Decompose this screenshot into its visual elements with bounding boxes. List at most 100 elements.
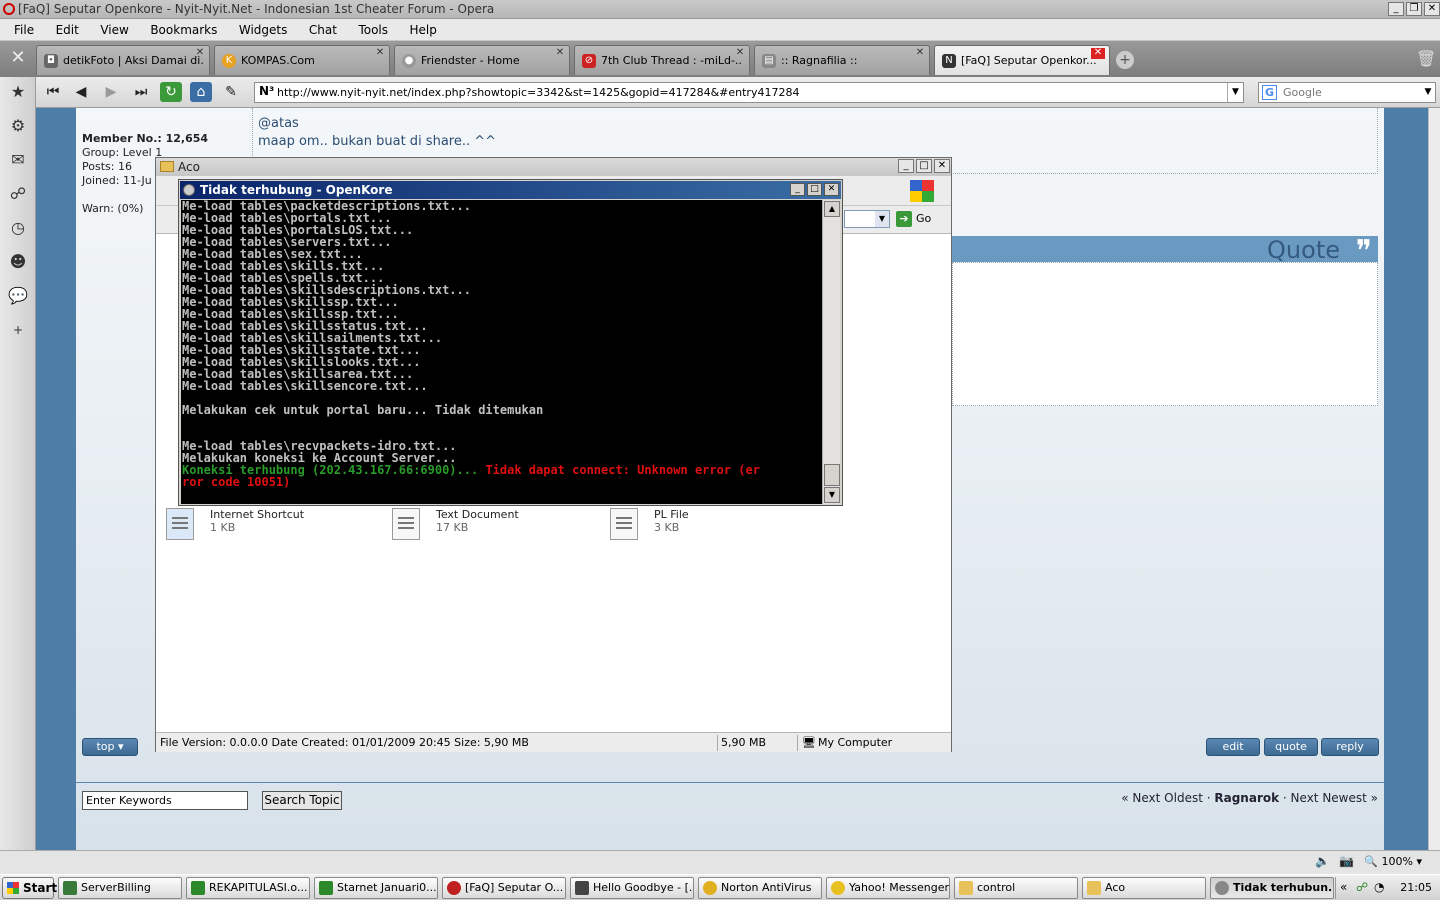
zoom-level[interactable]: 🔍 100% ▾ [1364, 855, 1422, 868]
fast-forward-icon[interactable]: ⏭ [130, 82, 152, 102]
contacts-icon[interactable]: ☻ [7, 251, 29, 273]
scroll-up-icon[interactable]: ▲ [824, 201, 840, 217]
reply-button[interactable]: reply [1321, 738, 1379, 756]
tab-faq-openkore[interactable]: N [FaQ] Seputar Openkor... ✕ [934, 45, 1110, 75]
close-tab-icon[interactable]: ✕ [735, 48, 745, 58]
top-button[interactable]: top ▾ [82, 738, 138, 756]
home-icon[interactable]: ⌂ [190, 82, 212, 102]
tab-friendster[interactable]: ● Friendster - Home ✕ [394, 45, 570, 75]
search-topic-button[interactable]: Search Topic [262, 791, 342, 810]
trash-icon[interactable]: 🗑 [1416, 49, 1436, 69]
close-tab-icon[interactable]: ✕ [915, 48, 925, 58]
menu-view[interactable]: View [96, 23, 132, 37]
menu-chat[interactable]: Chat [305, 23, 341, 37]
menu-bookmarks[interactable]: Bookmarks [146, 23, 221, 37]
taskbar-item-norton[interactable]: Norton AntiVirus [698, 877, 822, 899]
restore-button[interactable]: ❐ [1406, 2, 1422, 16]
go-arrow-icon: ➔ [896, 211, 912, 227]
go-button[interactable]: ➔ Go [896, 211, 931, 227]
explorer-minimize-button[interactable]: _ [898, 159, 914, 173]
taskbar-item-aco[interactable]: Aco [1082, 877, 1206, 899]
edit-button[interactable]: edit [1206, 738, 1260, 756]
scroll-down-icon[interactable]: ▼ [824, 487, 840, 503]
speaker-icon[interactable]: 🔈 [1315, 854, 1330, 868]
panel-toggle-icon[interactable]: ✕ [6, 47, 30, 71]
tab-ragnafilia[interactable]: ▤ :: Ragnafilia :: ✕ [754, 45, 930, 75]
chat-icon[interactable]: 💬 [7, 285, 29, 307]
search-field[interactable]: G Google ▼ [1258, 82, 1436, 103]
console-maximize-button[interactable]: □ [807, 183, 822, 196]
volume-icon[interactable]: ◔ [1374, 880, 1384, 894]
add-panel-icon[interactable]: + [7, 319, 29, 341]
taskbar-item-starnet[interactable]: Starnet Januari0... [314, 877, 438, 899]
console-close-button[interactable]: ✕ [824, 183, 839, 196]
next-oldest-link[interactable]: « Next Oldest [1121, 791, 1203, 805]
back-icon[interactable]: ◀ [70, 82, 92, 102]
console-minimize-button[interactable]: _ [790, 183, 805, 196]
console-scrollbar[interactable]: ▲ ▼ [822, 200, 840, 504]
close-tab-icon[interactable]: ✕ [375, 48, 385, 58]
chevron-down-icon[interactable]: ▼ [875, 211, 889, 227]
opera-logo-icon [3, 3, 15, 15]
tray-expand-icon[interactable]: « [1340, 880, 1347, 894]
page-scrollbar[interactable] [1428, 108, 1440, 850]
explorer-title-bar[interactable]: Aco _ □ ✕ [156, 158, 951, 176]
taskbar-item-rekapitulasi[interactable]: REKAPITULASI.o... [186, 877, 310, 899]
close-tab-icon[interactable]: ✕ [1091, 48, 1105, 59]
page-icon: ▤ [762, 54, 776, 68]
taskbar-item-opera[interactable]: [FaQ] Seputar O... [442, 877, 566, 899]
edit-icon[interactable]: ✎ [220, 82, 242, 102]
keywords-input[interactable]: Enter Keywords [82, 791, 248, 810]
menu-widgets[interactable]: Widgets [235, 23, 292, 37]
menu-file[interactable]: File [10, 23, 38, 37]
scroll-thumb[interactable] [824, 464, 840, 486]
console-title-bar[interactable]: Tidak terhubung - OpenKore _ □ ✕ [180, 181, 841, 199]
tab-detikfoto[interactable]: ◘ detikFoto | Aksi Damai di... ✕ [36, 45, 210, 75]
start-button[interactable]: Start [2, 877, 57, 899]
reload-icon[interactable]: ↻ [160, 82, 182, 102]
nav-sep: · [1279, 791, 1291, 805]
minimize-button[interactable]: _ [1388, 2, 1404, 16]
taskbar-item-yahoo[interactable]: Yahoo! Messenger [826, 877, 950, 899]
mail-icon[interactable]: ✉ [7, 149, 29, 171]
close-tab-icon[interactable]: ✕ [555, 48, 565, 58]
close-button[interactable]: ✕ [1424, 2, 1440, 16]
url-field[interactable]: N³ http://www.nyit-nyit.net/index.php?sh… [254, 82, 1244, 103]
taskbar-item-openkore[interactable]: Tidak terhubun... [1210, 877, 1334, 899]
task-label: Yahoo! Messenger [849, 881, 950, 894]
forward-icon[interactable]: ▶ [100, 82, 122, 102]
feeds-icon[interactable]: ☍ [7, 183, 29, 205]
taskbar-item-serverbilling[interactable]: ServerBilling [58, 877, 182, 899]
camera-icon[interactable]: 📷 [1339, 854, 1354, 868]
settings-gear-icon[interactable]: ⚙ [7, 115, 29, 137]
explorer-address-combo[interactable]: ▼ [844, 210, 890, 228]
bookmarks-star-icon[interactable]: ★ [7, 81, 29, 103]
console-title: Tidak terhubung - OpenKore [200, 183, 393, 197]
url-dropdown-icon[interactable]: ▼ [1227, 83, 1243, 102]
pl-file-icon [610, 508, 638, 540]
task-label: Hello Goodbye - [... [593, 881, 694, 894]
quote-button[interactable]: quote [1264, 738, 1318, 756]
member-warn[interactable]: Warn: (0%) [82, 202, 143, 215]
menu-help[interactable]: Help [406, 23, 441, 37]
taskbar-item-control[interactable]: control [954, 877, 1078, 899]
next-newest-link[interactable]: Next Newest » [1291, 791, 1378, 805]
search-dropdown-icon[interactable]: ▼ [1421, 83, 1435, 102]
excel-icon [319, 881, 333, 895]
rewind-icon[interactable]: ⏮ [42, 82, 64, 102]
tab-7th-club[interactable]: ⊘ 7th Club Thread : -miLd-... ✕ [574, 45, 750, 75]
tab-label: KOMPAS.Com [241, 54, 315, 67]
explorer-close-button[interactable]: ✕ [934, 159, 950, 173]
taskbar-item-hello-goodbye[interactable]: Hello Goodbye - [... [570, 877, 694, 899]
history-clock-icon[interactable]: ◷ [7, 217, 29, 239]
menu-edit[interactable]: Edit [52, 23, 83, 37]
close-tab-icon[interactable]: ✕ [195, 48, 205, 58]
category-link[interactable]: Ragnarok [1214, 791, 1279, 805]
menu-tools[interactable]: Tools [354, 23, 392, 37]
new-tab-button[interactable]: + [1116, 51, 1134, 69]
tab-kompas[interactable]: K KOMPAS.Com ✕ [214, 45, 390, 75]
console-output[interactable]: Me-load tables\packetdescriptions.txt...… [181, 200, 822, 504]
explorer-maximize-button[interactable]: □ [916, 159, 932, 173]
post-line-1: @atas [258, 116, 299, 131]
network-icon[interactable]: ☍ [1356, 880, 1368, 894]
